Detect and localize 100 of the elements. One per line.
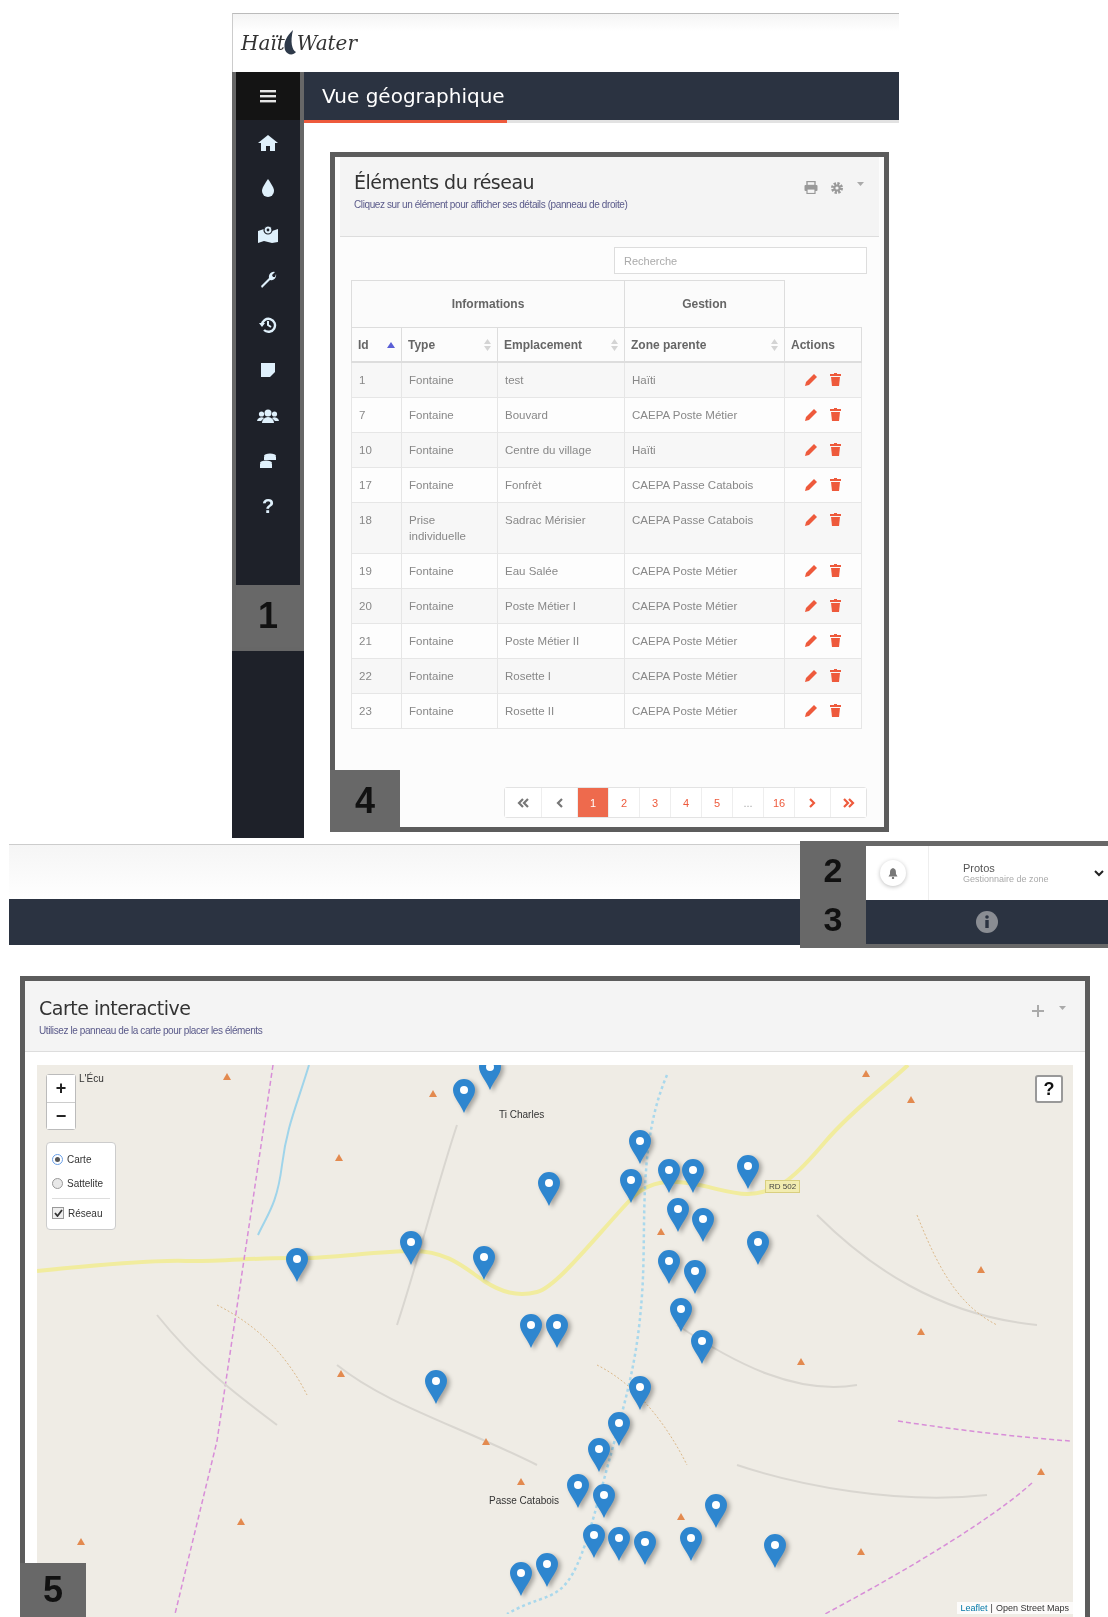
radio-button[interactable]	[52, 1153, 63, 1165]
trash-icon[interactable]	[830, 599, 841, 612]
map-marker-icon[interactable]	[425, 1369, 448, 1404]
map-marker-icon[interactable]	[682, 1159, 705, 1194]
map-marker-icon[interactable]	[691, 1207, 714, 1242]
pencil-icon[interactable]	[805, 704, 818, 717]
road-label: RD 502	[765, 1180, 801, 1193]
logo: Haït Water	[241, 30, 357, 56]
map-marker-icon[interactable]	[763, 1533, 786, 1568]
place-label: Passe Catabois	[489, 1495, 560, 1506]
pencil-icon[interactable]	[805, 669, 818, 682]
table-cell: Prise individuelle	[401, 502, 498, 554]
table-cell: CAEPA Poste Métier	[624, 658, 785, 694]
callout-number: 5	[20, 1563, 86, 1617]
trash-icon[interactable]	[830, 373, 841, 386]
pencil-icon[interactable]	[805, 634, 818, 647]
note-icon[interactable]	[260, 362, 276, 379]
settings-icon[interactable]	[830, 181, 844, 195]
history-icon[interactable]	[259, 315, 277, 334]
table-cell: Fontaine	[401, 658, 498, 694]
map-marker-icon[interactable]	[747, 1231, 770, 1266]
table-cell: 23	[351, 693, 402, 729]
map-marker-icon[interactable]	[453, 1078, 476, 1113]
menu-icon[interactable]	[260, 89, 276, 103]
checkbox[interactable]	[52, 1207, 64, 1219]
table-cell: Fonfrèt	[497, 467, 625, 503]
map-marker-icon[interactable]	[566, 1473, 589, 1508]
table-cell: CAEPA Poste Métier	[624, 553, 785, 589]
map-marker-icon[interactable]	[628, 1130, 651, 1165]
chevron-right-icon	[809, 797, 816, 808]
attribution-link[interactable]: Leaflet	[960, 1603, 988, 1613]
users-icon[interactable]	[257, 407, 279, 424]
trash-icon[interactable]	[830, 408, 841, 421]
table-cell: Fontaine	[401, 362, 498, 398]
map-marker-icon[interactable]	[705, 1494, 727, 1529]
map-marker-icon[interactable]	[546, 1313, 569, 1348]
pencil-icon[interactable]	[805, 513, 818, 526]
search-field[interactable]: Recherche	[614, 247, 867, 274]
map-marker-icon[interactable]	[657, 1159, 680, 1194]
map-marker-icon[interactable]	[535, 1553, 558, 1588]
trash-icon[interactable]	[830, 478, 841, 491]
map-marker-icon[interactable]	[592, 1484, 615, 1519]
map-marker-icon[interactable]	[628, 1375, 651, 1410]
trash-icon[interactable]	[830, 564, 841, 577]
caret-icon[interactable]	[856, 181, 865, 187]
map-marker-icon[interactable]	[657, 1249, 680, 1284]
pencil-icon[interactable]	[805, 599, 818, 612]
table-cell: CAEPA Passe Catabois	[624, 467, 785, 503]
trash-icon[interactable]	[830, 704, 841, 717]
trash-icon[interactable]	[830, 443, 841, 456]
trash-icon[interactable]	[830, 634, 841, 647]
help-link[interactable]: ?	[261, 495, 275, 519]
map-marker-icon[interactable]	[399, 1231, 422, 1266]
table-cell: 19	[351, 553, 402, 589]
map-marker-icon[interactable]	[472, 1245, 495, 1280]
caret-icon[interactable]	[1058, 1005, 1067, 1011]
map-marker-icon[interactable]	[669, 1298, 692, 1333]
pencil-icon[interactable]	[805, 373, 818, 386]
table-cell: 21	[351, 623, 402, 659]
map-marker-icon[interactable]	[286, 1247, 309, 1282]
map-marker-icon[interactable]	[588, 1437, 611, 1472]
user-role: Gestionnaire de zone	[963, 874, 1049, 884]
table-cell: Haïti	[624, 362, 785, 398]
drop-icon[interactable]	[261, 179, 275, 198]
map-marker-icon[interactable]	[608, 1527, 630, 1562]
map-marker-icon[interactable]	[690, 1330, 713, 1365]
plus-icon[interactable]	[1032, 1005, 1044, 1017]
pencil-icon[interactable]	[805, 443, 818, 456]
map-marker-icon[interactable]	[583, 1524, 606, 1559]
trash-icon[interactable]	[830, 513, 841, 526]
pencil-icon[interactable]	[805, 408, 818, 421]
map-marker-icon[interactable]	[520, 1313, 543, 1348]
map-marker-icon[interactable]	[479, 1065, 502, 1090]
wrench-icon[interactable]	[259, 270, 277, 289]
pencil-icon[interactable]	[805, 478, 818, 491]
map-marker-icon[interactable]	[620, 1169, 643, 1204]
attribution-text: Open Street Maps	[995, 1603, 1069, 1613]
layer-label: Carte	[67, 1153, 92, 1165]
home-icon[interactable]	[257, 133, 279, 152]
map-marker-icon[interactable]	[680, 1527, 703, 1562]
table-cell: 18	[351, 502, 402, 554]
map-marker-icon[interactable]	[510, 1561, 532, 1596]
last-page-button[interactable]	[830, 788, 866, 817]
map-marker-icon[interactable]	[666, 1198, 689, 1233]
table-cell: 22	[351, 658, 402, 694]
map-marker-icon[interactable]	[608, 1411, 630, 1446]
pencil-icon[interactable]	[805, 564, 818, 577]
radio-button[interactable]	[52, 1177, 63, 1189]
trash-icon[interactable]	[830, 669, 841, 682]
map-marker-icon[interactable]	[736, 1155, 759, 1189]
zoom-out-button[interactable]: −	[47, 1102, 75, 1129]
map-pin-icon[interactable]	[257, 224, 279, 243]
map-marker-icon[interactable]	[537, 1171, 560, 1206]
info-icon[interactable]	[976, 911, 998, 933]
print-icon[interactable]	[804, 181, 818, 194]
map-marker-icon[interactable]	[684, 1260, 707, 1295]
table-cell: Fontaine	[401, 553, 498, 589]
page-button[interactable]: 1	[577, 788, 608, 817]
map-marker-icon[interactable]	[633, 1530, 656, 1565]
help-button[interactable]: ?	[1035, 1075, 1063, 1103]
